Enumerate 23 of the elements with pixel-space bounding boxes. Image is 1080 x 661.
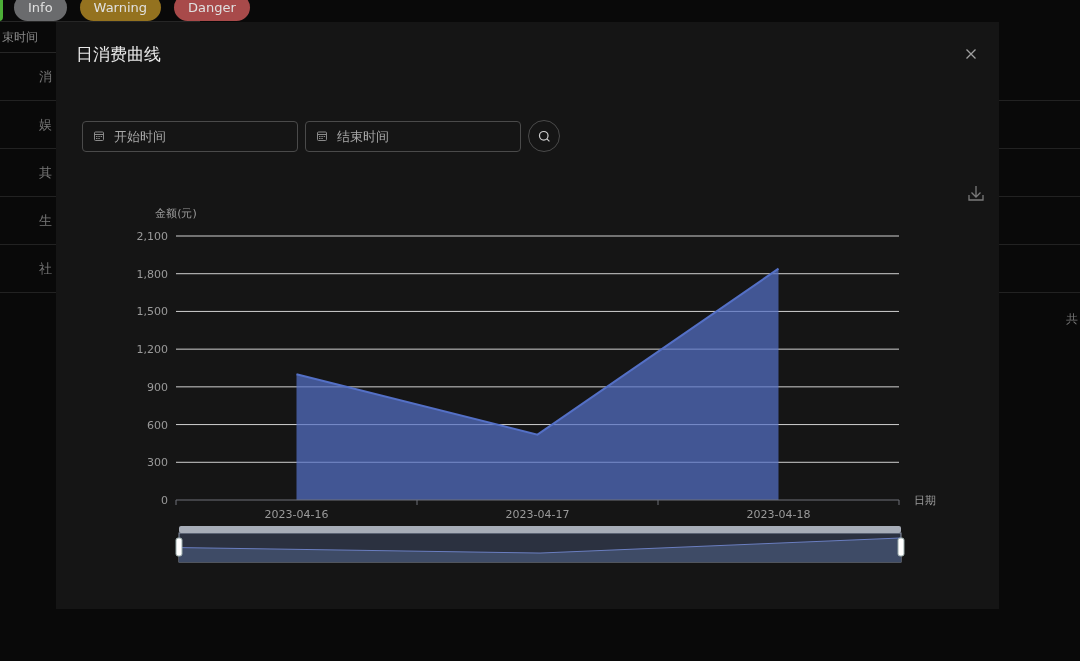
axis-title: 金额(元) [155,207,197,220]
table-cell: 娱 [39,115,52,134]
pagination-text: 共 [1066,311,1078,328]
table-cell: 社 [39,259,52,278]
axis-tick-label: 300 [147,456,168,470]
table-cell: 生 [39,211,52,230]
axis-tick-label: 600 [147,418,168,432]
table-cell: 消 [39,67,52,86]
dialog-title: 日消费曲线 [76,42,161,66]
axis-tick-label: 900 [147,380,168,394]
tag: Danger [174,0,250,21]
axis-tick-label: 0 [161,494,168,507]
tag: Info [14,0,67,21]
axis-tick-label: 1,500 [136,305,168,319]
axis-title: 日期 [914,494,936,507]
axis-tick-label: 2,100 [136,230,168,243]
axis-tick-label: 2023-04-17 [505,508,570,521]
axis-tick-label: 2023-04-18 [746,508,811,521]
axis-tick-label: 1,800 [136,267,168,281]
axis-tick-label: 2023-04-16 [264,508,329,521]
tag: Warning [79,0,162,21]
table-cell: 其 [39,163,52,182]
axis-tick-label: 1,200 [136,343,168,357]
